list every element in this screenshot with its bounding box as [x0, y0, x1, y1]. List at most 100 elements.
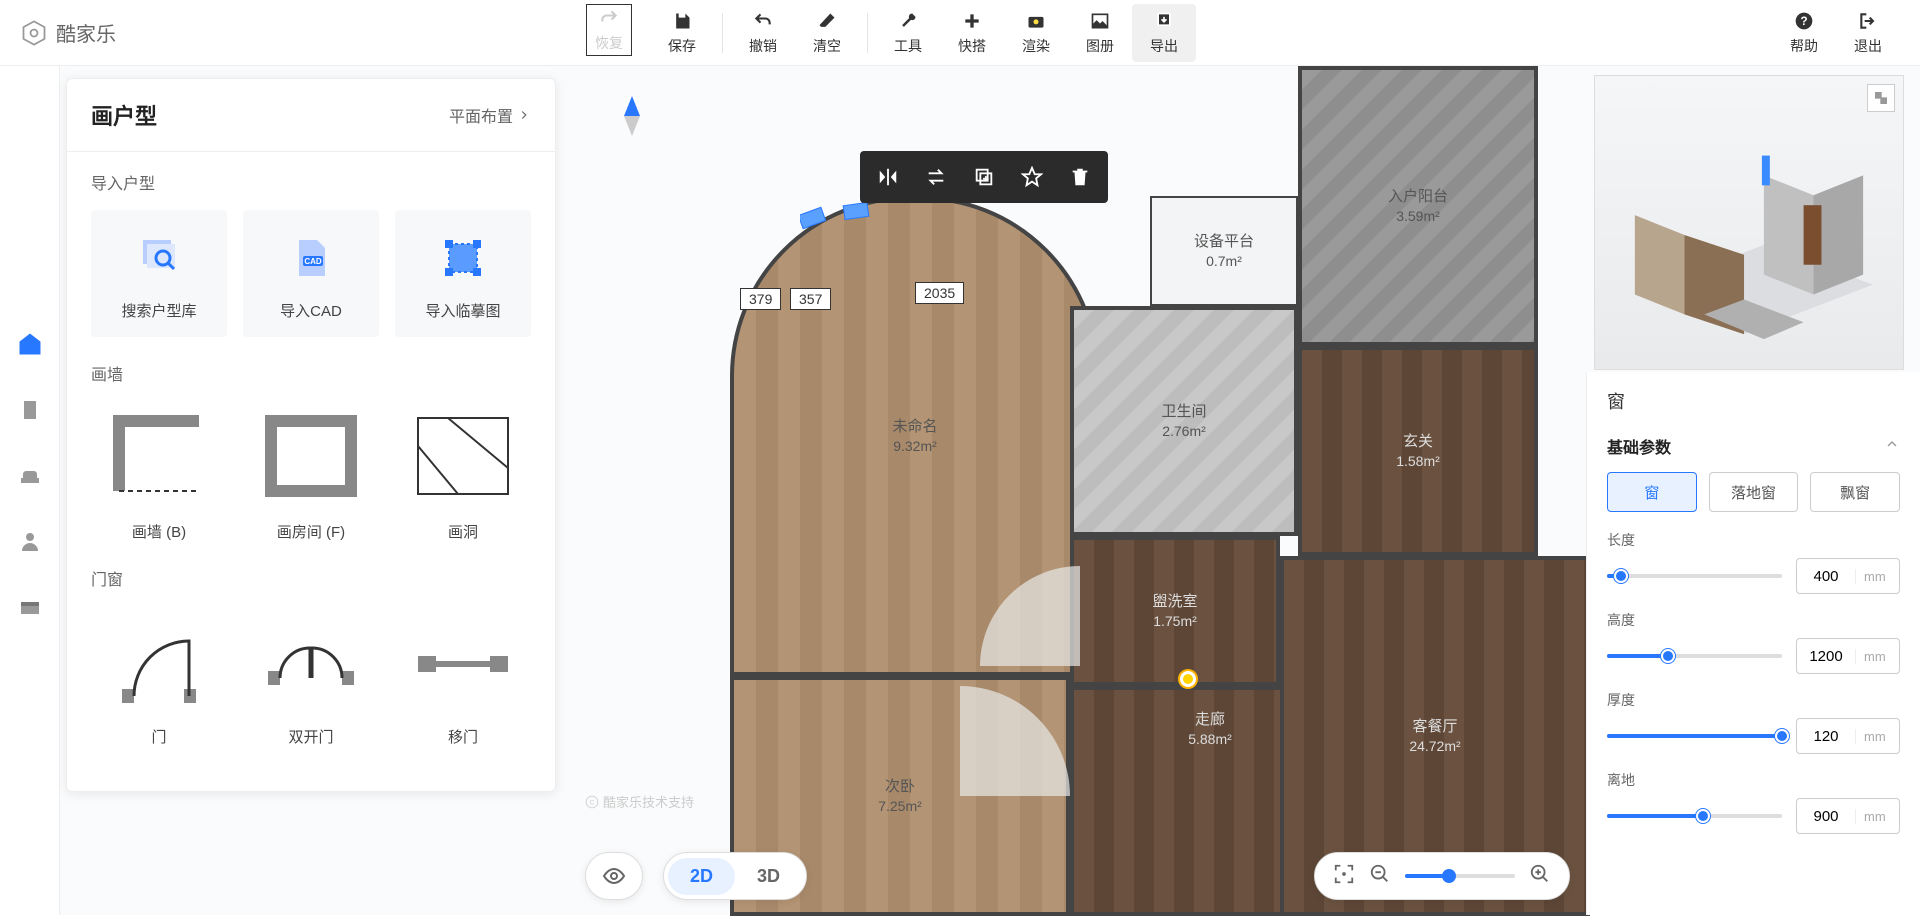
param-slider[interactable]: [1607, 574, 1782, 578]
zoom-bar: [1314, 852, 1570, 900]
cad-icon: CAD: [283, 230, 339, 286]
card-draw-wall[interactable]: 画墙 (B): [91, 401, 227, 542]
selection-toolbar: [860, 151, 1108, 203]
room-washroom[interactable]: 盥洗室 1.75m²: [1070, 536, 1280, 686]
param-input[interactable]: [1797, 648, 1855, 665]
sel-favorite[interactable]: [1010, 157, 1054, 197]
zoom-out[interactable]: [1369, 863, 1391, 890]
param-value-box: mm: [1796, 718, 1900, 754]
toolbar-right: ?帮助 退出: [1772, 4, 1900, 62]
card-import-cad[interactable]: CAD 导入CAD: [243, 210, 379, 337]
param-unit: mm: [1855, 649, 1894, 664]
card-sliding-door[interactable]: 移门: [395, 606, 531, 747]
preview-scene: [1615, 96, 1883, 349]
layout-link[interactable]: 平面布置: [449, 103, 531, 127]
param-label: 厚度: [1607, 690, 1900, 710]
toolbar-save[interactable]: 保存: [650, 4, 714, 62]
seg-window[interactable]: 窗: [1607, 472, 1697, 512]
help-icon: ?: [1793, 10, 1815, 32]
app-logo: 酷家乐: [20, 18, 116, 47]
room-bathroom[interactable]: 卫生间 2.76m²: [1070, 306, 1298, 536]
param-input[interactable]: [1797, 808, 1855, 825]
card-door[interactable]: 门: [91, 606, 227, 747]
zoom-in[interactable]: [1529, 863, 1551, 890]
toolbar-redo[interactable]: 恢复: [586, 4, 632, 56]
preview-3d[interactable]: [1594, 75, 1904, 370]
card-double-door[interactable]: 双开门: [243, 606, 379, 747]
star-icon: [1021, 166, 1043, 188]
rail-furniture[interactable]: [12, 458, 48, 494]
dim-2035[interactable]: 2035: [915, 282, 964, 304]
dim-379[interactable]: 379: [740, 288, 781, 310]
sel-delete[interactable]: [1058, 157, 1102, 197]
param-input[interactable]: [1797, 728, 1855, 745]
param-label: 高度: [1607, 610, 1900, 630]
sel-mirror[interactable]: [866, 157, 910, 197]
door-thumb-icon: [94, 606, 224, 716]
sel-swap[interactable]: [914, 157, 958, 197]
toolbar-clear[interactable]: 清空: [795, 4, 859, 62]
fit-icon: [1333, 863, 1355, 885]
sel-copy[interactable]: [962, 157, 1006, 197]
door-arc-2: [960, 686, 1070, 796]
param-label: 离地: [1607, 770, 1900, 790]
search-library-icon: [131, 230, 187, 286]
quick-icon: [961, 10, 983, 32]
rp-section-title: 基础参数: [1607, 434, 1671, 458]
rail-door[interactable]: [12, 392, 48, 428]
zoom-slider[interactable]: [1405, 874, 1515, 878]
svg-text:CAD: CAD: [304, 257, 322, 266]
dim-357[interactable]: 357: [790, 288, 831, 310]
section-import: 导入户型 搜索户型库 CAD 导入CAD 导入临摹图: [67, 170, 555, 361]
toolbar-exit[interactable]: 退出: [1836, 4, 1900, 62]
rail-person[interactable]: [12, 524, 48, 560]
card-import-trace[interactable]: 导入临摹图: [395, 210, 531, 337]
door-arc-1: [980, 566, 1080, 666]
room-balcony[interactable]: 入户阳台 3.59m²: [1298, 66, 1538, 346]
mode-3d[interactable]: 3D: [735, 858, 802, 895]
rail-floorplan[interactable]: [12, 326, 48, 362]
param-input[interactable]: [1797, 568, 1855, 585]
visibility-toggle[interactable]: [590, 852, 638, 900]
room-entrance[interactable]: 玄关 1.58m²: [1298, 346, 1538, 556]
zoom-out-icon: [1369, 863, 1391, 885]
right-panel: 窗 基础参数 窗 落地窗 飘窗 长度mm高度mm厚度mm离地mm: [1586, 372, 1920, 915]
left-panel: 画户型 平面布置 导入户型 搜索户型库 CAD 导入CAD 导入临摹图 画墙: [66, 78, 556, 792]
toolbar-quick[interactable]: 快搭: [940, 4, 1004, 62]
zoom-in-icon: [1529, 863, 1551, 885]
svg-text:?: ?: [1800, 15, 1807, 28]
seg-floor-window[interactable]: 落地窗: [1709, 472, 1799, 512]
param-slider[interactable]: [1607, 654, 1782, 658]
marker-dot[interactable]: [1180, 671, 1196, 687]
room-thumb-icon: [246, 401, 376, 511]
export-icon: [1153, 10, 1175, 32]
param-unit: mm: [1855, 569, 1894, 584]
room-equipment[interactable]: 设备平台 0.7m²: [1150, 196, 1298, 306]
selected-window[interactable]: [800, 196, 880, 246]
seg-bay-window[interactable]: 飘窗: [1810, 472, 1900, 512]
exit-icon: [1857, 10, 1879, 32]
rail-cabinet[interactable]: [12, 590, 48, 626]
param-row-1: 高度 mm: [1607, 610, 1900, 674]
svg-text:C: C: [590, 799, 595, 806]
param-value-box: mm: [1796, 798, 1900, 834]
undo-icon: [752, 10, 774, 32]
mode-2d[interactable]: 2D: [668, 858, 735, 895]
param-slider[interactable]: [1607, 814, 1782, 818]
card-search-library[interactable]: 搜索户型库: [91, 210, 227, 337]
zoom-fit[interactable]: [1333, 863, 1355, 890]
toolbar-export[interactable]: 导出: [1132, 4, 1196, 62]
save-icon: [671, 10, 693, 32]
double-door-thumb-icon: [246, 606, 376, 716]
toolbar-help[interactable]: ?帮助: [1772, 4, 1836, 62]
toolbar-album[interactable]: 图册: [1068, 4, 1132, 62]
toolbar-tools[interactable]: 工具: [876, 4, 940, 62]
toolbar-undo[interactable]: 撤销: [731, 4, 795, 62]
section-walls: 画墙 画墙 (B) 画房间 (F) 画洞: [67, 361, 555, 566]
card-draw-room[interactable]: 画房间 (F): [243, 401, 379, 542]
sliding-door-thumb-icon: [398, 606, 528, 716]
section-collapse[interactable]: [1884, 436, 1900, 457]
toolbar-render[interactable]: 渲染: [1004, 4, 1068, 62]
param-slider[interactable]: [1607, 734, 1782, 738]
card-draw-hole[interactable]: 画洞: [395, 401, 531, 542]
